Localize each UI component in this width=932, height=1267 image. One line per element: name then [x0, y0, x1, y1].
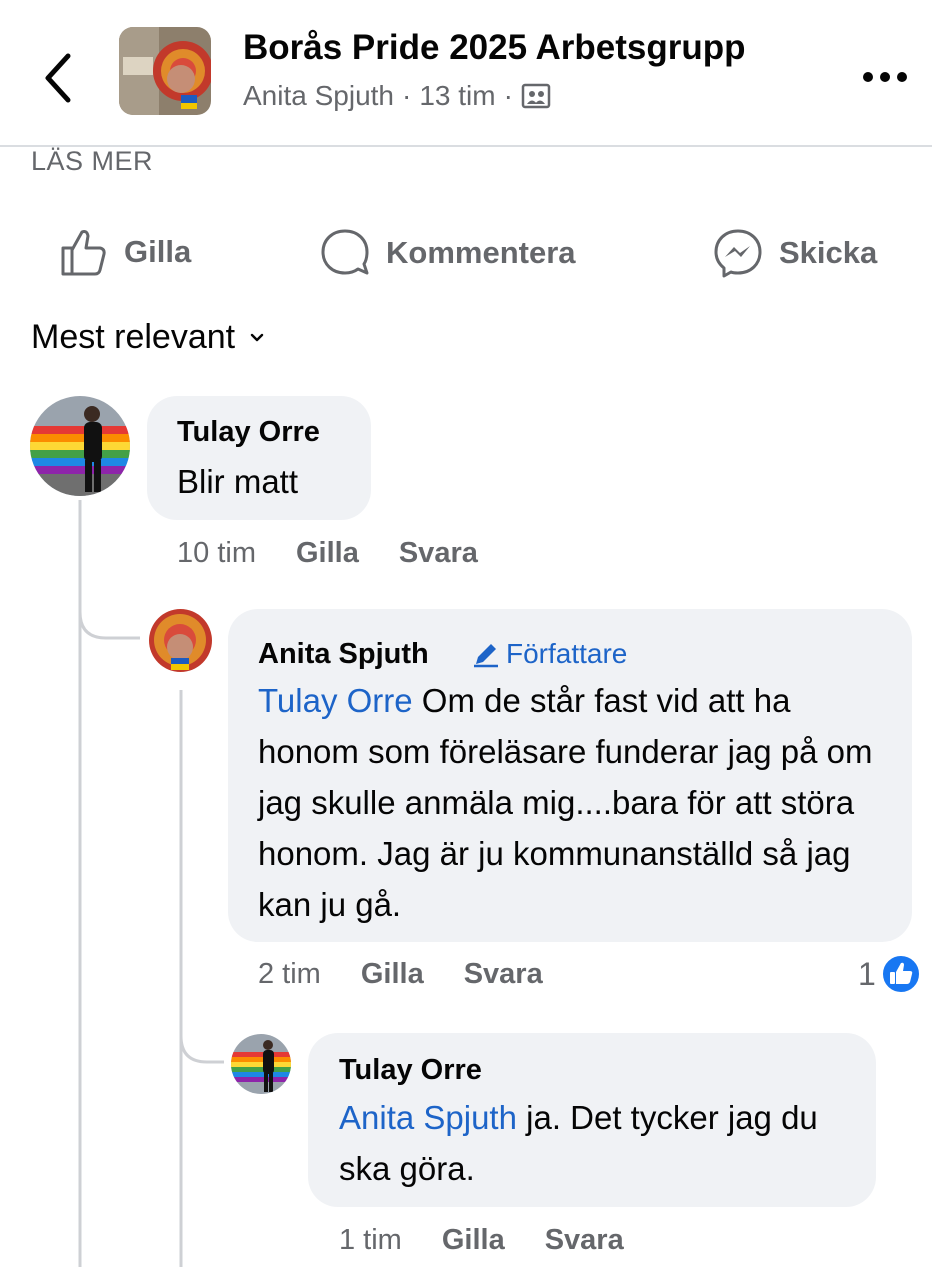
comment-author[interactable]: Tulay Orre [177, 416, 320, 449]
comment-time[interactable]: 10 tim [177, 537, 256, 569]
comment-author[interactable]: Anita Spjuth [258, 638, 429, 671]
like-reaction-icon [880, 954, 921, 994]
mention-link[interactable]: Tulay Orre [258, 682, 413, 719]
comment-like-button[interactable]: Gilla [442, 1224, 505, 1256]
comment-reply-button[interactable]: Svara [464, 958, 543, 990]
comment-time[interactable]: 2 tim [258, 958, 321, 990]
comment-time[interactable]: 1 tim [339, 1224, 402, 1256]
comment-like-button[interactable]: Gilla [361, 958, 424, 990]
commenter-avatar[interactable] [30, 396, 130, 496]
commenter-avatar[interactable] [149, 609, 212, 672]
comment-author[interactable]: Tulay Orre [339, 1054, 482, 1087]
pencil-icon [474, 644, 498, 668]
reaction-summary[interactable]: 1 [858, 953, 922, 995]
mention-link[interactable]: Anita Spjuth [339, 1099, 517, 1136]
commenter-avatar[interactable] [231, 1034, 291, 1094]
comment-text: Anita Spjuth ja. Det tycker jag du ska g… [339, 1092, 859, 1194]
comment-meta: 1 tim Gilla Svara [339, 1224, 624, 1257]
comment-reply-button[interactable]: Svara [545, 1224, 624, 1256]
comment-meta: 2 tim Gilla Svara [258, 958, 543, 991]
comment-reply-button[interactable]: Svara [399, 537, 478, 569]
comment-text: Tulay Orre Om de står fast vid att ha ho… [258, 675, 898, 930]
comment-like-button[interactable]: Gilla [296, 537, 359, 569]
author-badge-label: Författare [506, 638, 628, 669]
author-badge: Författare [472, 638, 627, 670]
comment-text: Blir matt [177, 463, 299, 500]
comment-meta: 10 tim Gilla Svara [177, 537, 478, 570]
reaction-count: 1 [858, 955, 876, 992]
